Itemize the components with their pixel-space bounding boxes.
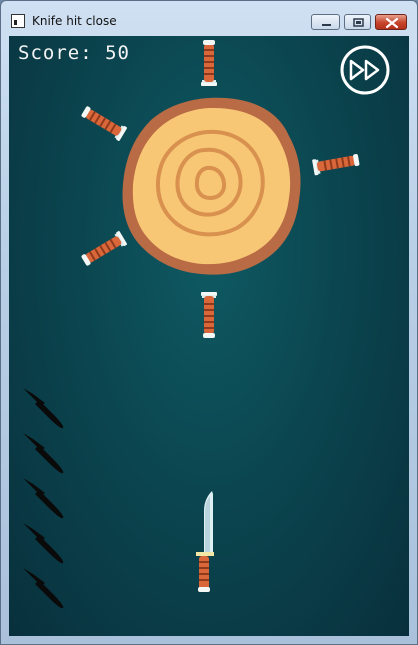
knives-remaining	[23, 388, 64, 609]
close-button[interactable]	[375, 14, 407, 30]
score-label: Score:	[18, 42, 93, 64]
score-value: 50	[105, 42, 130, 64]
fast-forward-button[interactable]	[339, 44, 391, 96]
close-icon	[385, 17, 399, 29]
target-log	[122, 97, 301, 275]
knife-silhouette	[23, 523, 64, 564]
stuck-knife	[201, 40, 217, 86]
game-canvas[interactable]: Score: 50	[9, 36, 409, 636]
stuck-knife	[79, 103, 128, 142]
window-title: Knife hit close	[32, 14, 117, 28]
fast-forward-icon	[340, 45, 390, 95]
knife-silhouette	[23, 388, 64, 429]
knife-silhouette	[23, 478, 64, 519]
throwing-knife	[196, 491, 214, 592]
title-bar[interactable]: Knife hit close	[1, 1, 417, 35]
stuck-knife	[79, 230, 128, 269]
minimize-icon	[322, 24, 331, 26]
restore-icon	[353, 18, 364, 27]
app-window: Knife hit close Score: 50	[0, 0, 418, 645]
app-icon	[11, 14, 25, 28]
score-display: Score: 50	[18, 42, 130, 64]
game-scene	[23, 40, 361, 609]
minimize-button[interactable]	[311, 14, 340, 30]
restore-button[interactable]	[344, 14, 371, 30]
knife-silhouette	[23, 433, 64, 474]
knife-silhouette	[23, 568, 64, 609]
stuck-knife	[201, 292, 217, 338]
stuck-knife	[312, 151, 361, 176]
